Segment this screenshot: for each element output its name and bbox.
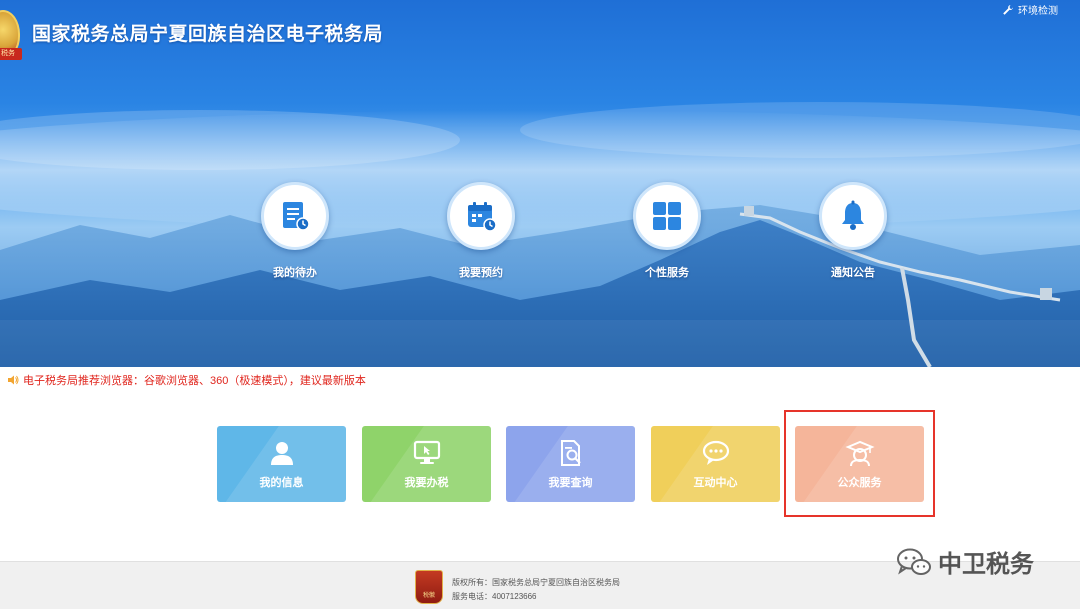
- footer-badge-text: 税徽: [422, 593, 435, 599]
- quick-nav-appointment[interactable]: 我要预约: [421, 182, 541, 280]
- quick-nav-announcements[interactable]: 通知公告: [793, 182, 913, 280]
- quick-nav-label: 我的待办: [273, 267, 317, 279]
- monitor-icon: [413, 440, 440, 464]
- wechat-watermark: 中卫税务: [896, 544, 1034, 579]
- quick-nav-personal-service[interactable]: 个性服务: [607, 182, 727, 280]
- watermark-text: 中卫税务: [938, 551, 1034, 578]
- bell-icon: [842, 200, 864, 230]
- env-check-link[interactable]: 环境检测: [1002, 2, 1058, 17]
- footer-copyright: 版权所有：国家税务总局宁夏回族自治区税务局: [452, 578, 620, 587]
- logo-ribbon: 税务: [0, 48, 22, 60]
- chat-bubble-icon: [702, 440, 729, 465]
- quick-nav-circle: [261, 182, 329, 250]
- wechat-icon: [897, 548, 931, 575]
- quick-nav-circle: [819, 182, 887, 250]
- tile-label: 我要办税: [404, 477, 449, 489]
- tile-label: 公众服务: [837, 477, 882, 489]
- document-search-icon: [560, 440, 581, 466]
- tile-my-info[interactable]: 我的信息: [217, 426, 346, 502]
- graduate-icon: [844, 440, 875, 467]
- browser-notice: 电子税务局推荐浏览器：谷歌浏览器、360（极速模式），建议最新版本: [7, 372, 366, 388]
- footer-phone: 服务电话：4007123666: [452, 592, 537, 601]
- quick-nav-label: 个性服务: [645, 267, 689, 279]
- quick-nav-circle: [633, 182, 701, 250]
- tile-label: 我要查询: [548, 477, 593, 489]
- wrench-icon: [1003, 4, 1013, 15]
- quick-nav-my-todo[interactable]: 我的待办: [235, 182, 355, 280]
- quick-nav-label: 我要预约: [459, 267, 503, 279]
- tile-public-service[interactable]: 公众服务: [795, 426, 924, 502]
- tax-badge-logo: 税徽: [415, 570, 443, 604]
- todo-list-icon: [283, 202, 310, 231]
- tile-tax-handling[interactable]: 我要办税: [362, 426, 491, 502]
- calendar-icon: [468, 202, 497, 232]
- tile-label: 互动中心: [693, 477, 738, 489]
- site-title: 国家税务总局宁夏回族自治区电子税务局: [32, 24, 384, 45]
- env-check-label: 环境检测: [1018, 6, 1058, 17]
- tile-interaction-center[interactable]: 互动中心: [651, 426, 780, 502]
- tile-label: 我的信息: [259, 477, 304, 489]
- hero-banner: 税务 国家税务总局宁夏回族自治区电子税务局 环境检测 我的待办 我要预约 个性服…: [0, 0, 1080, 367]
- speaker-icon: [8, 375, 19, 385]
- footer-text: 版权所有：国家税务总局宁夏回族自治区税务局 服务电话：4007123666: [452, 576, 620, 604]
- grid-icon: [653, 202, 681, 230]
- user-icon: [270, 442, 293, 465]
- quick-nav-circle: [447, 182, 515, 250]
- tile-query[interactable]: 我要查询: [506, 426, 635, 502]
- browser-notice-text: 电子税务局推荐浏览器：谷歌浏览器、360（极速模式），建议最新版本: [23, 375, 366, 387]
- quick-nav-label: 通知公告: [831, 267, 875, 279]
